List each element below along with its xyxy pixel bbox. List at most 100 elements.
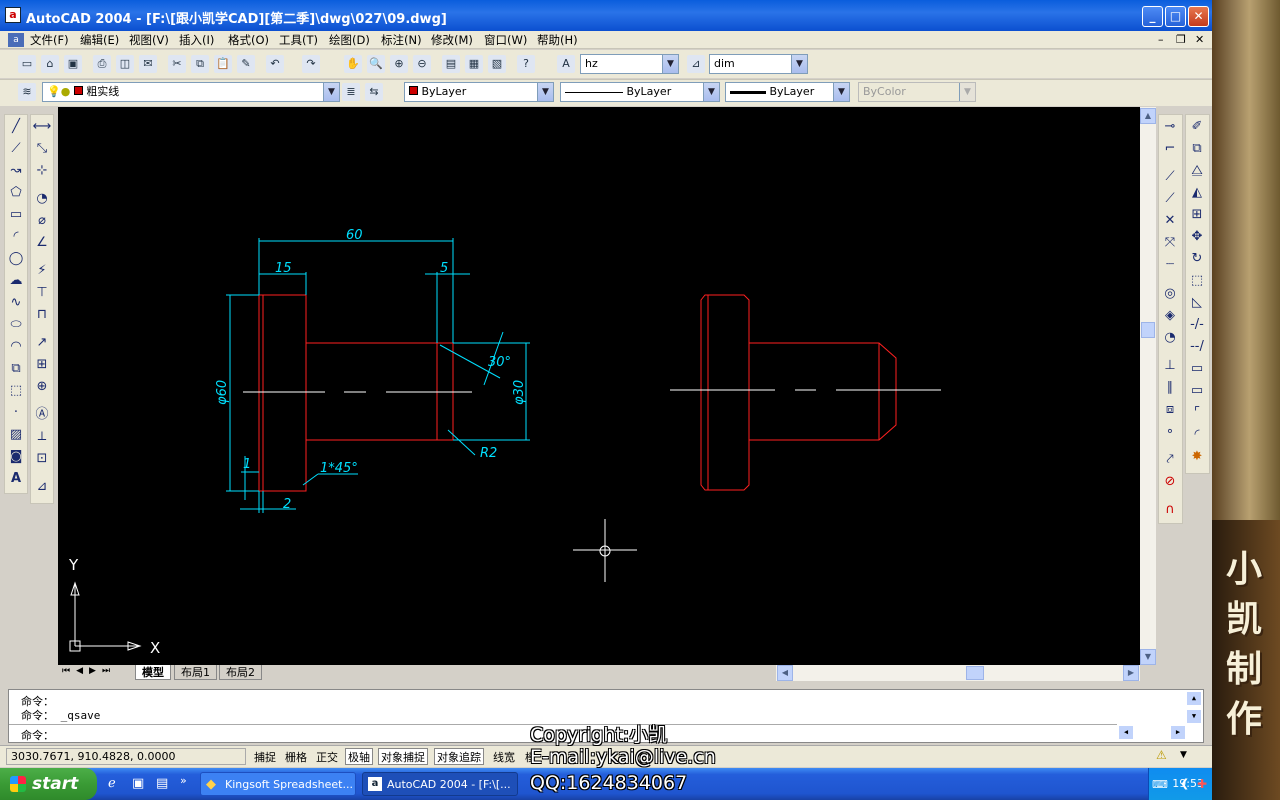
open-icon[interactable]: ⌂ (41, 55, 59, 73)
antivirus-tray-icon[interactable]: ✚ (1197, 777, 1207, 791)
text-style-select[interactable]: hz ▼ (580, 54, 679, 74)
menu-draw[interactable]: 绘图(D) (329, 31, 370, 49)
snap-insert-icon[interactable]: ⧈ (1160, 400, 1180, 420)
publish-icon[interactable]: ✉ (139, 55, 157, 73)
cut-icon[interactable]: ✂ (168, 55, 186, 73)
center-mark-icon[interactable]: ⊕ (32, 377, 52, 397)
ellipse-icon[interactable]: ⬭ (6, 315, 26, 335)
lineweight-select[interactable]: ByLayer ▼ (725, 82, 850, 102)
dim-update-icon[interactable]: ⊡ (32, 449, 52, 469)
comm-center-icon[interactable]: ⚠ (1156, 748, 1167, 762)
ordinate-dim-icon[interactable]: ⊹ (32, 161, 52, 181)
snap-center-icon[interactable]: ◎ (1160, 284, 1180, 304)
coordinates-readout[interactable]: 3030.7671, 910.4828, 0.0000 (6, 748, 246, 765)
snap-parallel-icon[interactable]: ∥ (1160, 378, 1180, 398)
design-center-icon[interactable]: ▦ (465, 55, 483, 73)
status-ortho-button[interactable]: 正交 (313, 748, 341, 765)
leader-icon[interactable]: ↗ (32, 333, 52, 353)
pan-icon[interactable]: ✋ (344, 55, 362, 73)
extend-icon[interactable]: --/ (1187, 337, 1207, 357)
cmd-scroll-left-button[interactable]: ◀ (1119, 726, 1133, 739)
keyboard-tray-icon[interactable]: ⌨ (1152, 778, 1168, 791)
linetype-select[interactable]: ByLayer ▼ (560, 82, 720, 102)
layer-manager-icon[interactable]: ≋ (18, 83, 36, 101)
desktop-quicklaunch-icon[interactable]: ▣ (132, 776, 144, 791)
menu-help[interactable]: 帮助(H) (537, 31, 578, 49)
make-object-layer-current-icon[interactable]: ≣ (342, 83, 360, 101)
tab-layout1[interactable]: 布局1 (174, 665, 217, 680)
status-snap-button[interactable]: 捕捉 (251, 748, 279, 765)
radius-dim-icon[interactable]: ◔ (32, 189, 52, 209)
snap-perpendicular-icon[interactable]: ⊥ (1160, 356, 1180, 376)
vertical-scroll-thumb[interactable] (1141, 322, 1155, 338)
spline-icon[interactable]: ∿ (6, 293, 26, 313)
print-icon[interactable]: ⎙ (93, 55, 111, 73)
text-style-icon[interactable]: A (557, 55, 575, 73)
zoom-window-icon[interactable]: ⊕ (390, 55, 408, 73)
redo-icon[interactable]: ↷ (302, 55, 320, 73)
line-icon[interactable]: ╱ (6, 117, 26, 137)
snap-intersection-icon[interactable]: ✕ (1160, 211, 1180, 231)
tray-expand-icon[interactable]: ❮ (1180, 777, 1189, 790)
horizontal-scroll-thumb[interactable] (966, 666, 984, 680)
quicklaunch-more-icon[interactable]: » (180, 774, 187, 787)
osnap-settings-icon[interactable]: ∩ (1160, 500, 1180, 520)
dimedit-icon[interactable]: Ⓐ (32, 405, 52, 425)
snap-nearest-icon[interactable]: ⤤ (1160, 450, 1180, 470)
scroll-left-button[interactable]: ◀ (777, 665, 793, 681)
aligned-dim-icon[interactable]: ⤡ (32, 139, 52, 159)
doc-minimize-button[interactable]: – (1158, 33, 1164, 46)
array-icon[interactable]: ⊞ (1187, 205, 1207, 225)
status-otrack-button[interactable]: 对象追踪 (434, 748, 484, 765)
status-menu-arrow-icon[interactable]: ▼ (1180, 750, 1187, 760)
snap-none-icon[interactable]: ⊘ (1160, 472, 1180, 492)
snap-tangent-icon[interactable]: ◔ (1160, 328, 1180, 348)
tab-layout2[interactable]: 布局2 (219, 665, 262, 680)
preview-icon[interactable]: ◫ (116, 55, 134, 73)
chamfer-icon[interactable]: ⌜ (1187, 403, 1207, 423)
trim-icon[interactable]: -/- (1187, 315, 1207, 335)
doc-restore-button[interactable]: ❐ (1176, 33, 1186, 46)
autocad-app-icon[interactable]: a (5, 7, 21, 23)
menu-file[interactable]: 文件(F) (30, 31, 69, 49)
dim-style-manager-icon[interactable]: ⊿ (32, 477, 52, 497)
tolerance-icon[interactable]: ⊞ (32, 355, 52, 375)
tab-model[interactable]: 模型 (135, 665, 171, 680)
construction-line-icon[interactable]: ⟋ (6, 139, 26, 159)
scale-icon[interactable]: ⬚ (1187, 271, 1207, 291)
undo-icon[interactable]: ↶ (266, 55, 284, 73)
match-properties-icon[interactable]: ✎ (237, 55, 255, 73)
ellipse-arc-icon[interactable]: ◠ (6, 337, 26, 357)
maximize-button[interactable]: □ (1165, 6, 1186, 27)
polygon-icon[interactable]: ⬠ (6, 183, 26, 203)
diameter-dim-icon[interactable]: ⌀ (32, 211, 52, 231)
break-icon[interactable]: ▭ (1187, 381, 1207, 401)
angular-dim-icon[interactable]: ∠ (32, 233, 52, 253)
paste-icon[interactable]: 📋 (214, 55, 232, 73)
stretch-icon[interactable]: ◺ (1187, 293, 1207, 313)
mtext-icon[interactable]: A (6, 469, 26, 489)
cmd-scroll-down-button[interactable]: ▼ (1187, 710, 1201, 723)
status-polar-button[interactable]: 极轴 (345, 748, 373, 765)
continue-dim-icon[interactable]: ⊓ (32, 305, 52, 325)
menu-view[interactable]: 视图(V) (129, 31, 169, 49)
scroll-down-button[interactable]: ▼ (1140, 649, 1156, 665)
fillet-icon[interactable]: ◜ (1187, 425, 1207, 445)
scroll-up-button[interactable]: ▲ (1140, 108, 1156, 124)
arc-icon[interactable]: ◜ (6, 227, 26, 247)
linear-dim-icon[interactable]: ⟷ (32, 117, 52, 137)
minimize-button[interactable]: _ (1142, 6, 1163, 27)
baseline-dim-icon[interactable]: ⊤ (32, 283, 52, 303)
snap-midpoint-icon[interactable]: ⟋ (1160, 189, 1180, 209)
help-icon[interactable]: ? (517, 55, 535, 73)
copy-icon[interactable]: ⧉ (191, 55, 209, 73)
insert-block-icon[interactable]: ⧉ (6, 359, 26, 379)
dimtedit-icon[interactable]: ⟂ (32, 427, 52, 447)
hatch-icon[interactable]: ▨ (6, 425, 26, 445)
snap-quadrant-icon[interactable]: ◈ (1160, 306, 1180, 326)
revision-cloud-icon[interactable]: ☁ (6, 271, 26, 291)
taskbar-item-autocad[interactable]: AutoCAD 2004 - [F:\[... (362, 772, 518, 796)
status-grid-button[interactable]: 栅格 (282, 748, 310, 765)
menu-dimension[interactable]: 标注(N) (381, 31, 422, 49)
polyline-icon[interactable]: ↝ (6, 161, 26, 181)
